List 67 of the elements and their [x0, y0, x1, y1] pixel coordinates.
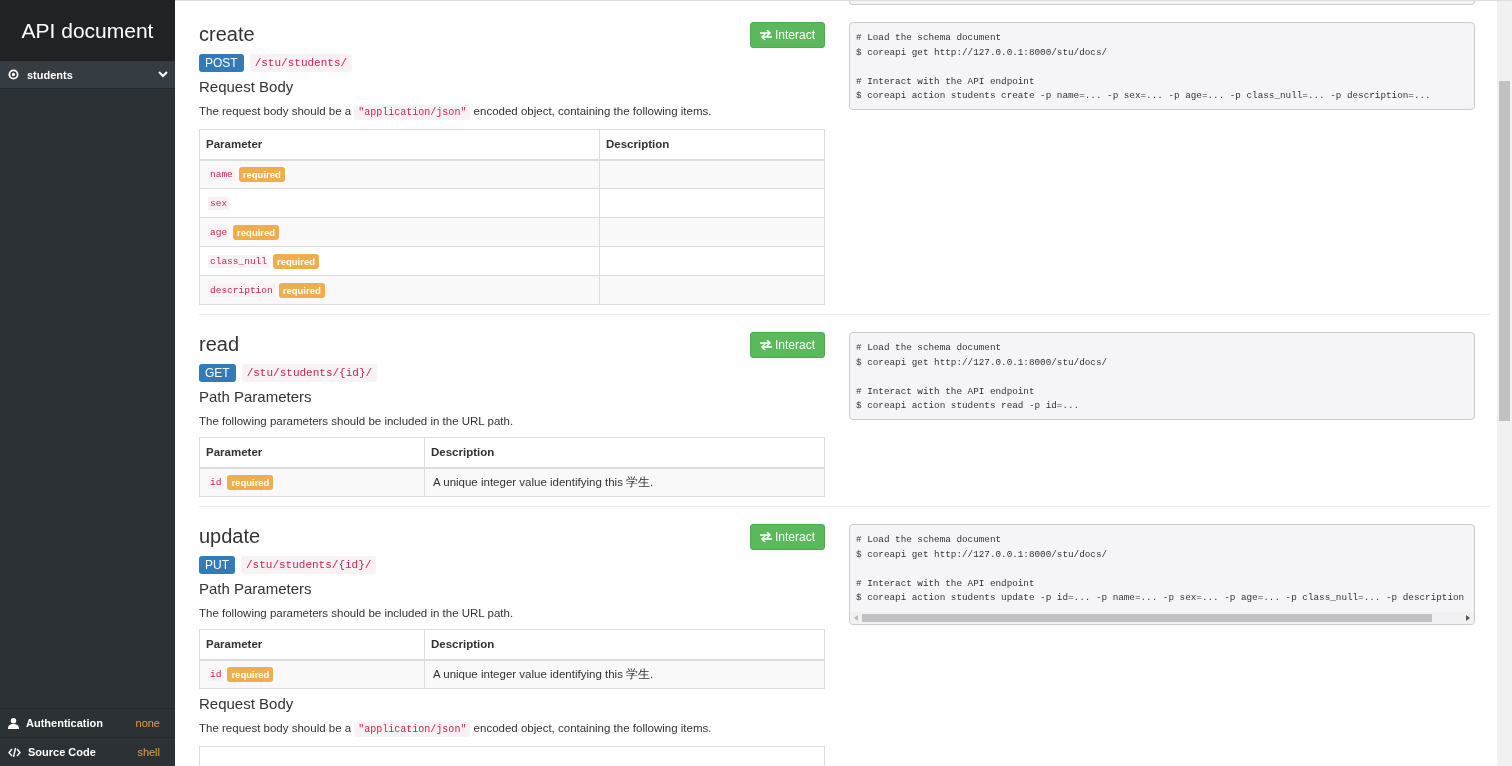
sidebar-footer-label: Source Code: [28, 746, 97, 758]
parameter-name: name: [208, 167, 235, 181]
code-comment: # Load the schema document: [856, 31, 1002, 45]
code-command: $ coreapi action students update -p id=... -p name=... -p sex=... -p age=... -p class_null=... -p description: [856, 591, 1465, 606]
swap-arrows-icon: [759, 30, 772, 40]
sidebar-footer-value[interactable]: shell: [137, 746, 160, 758]
endpoint-title: read: [199, 332, 240, 356]
section-heading: Request Body: [199, 77, 295, 97]
sidebar-footer-value[interactable]: none: [135, 717, 160, 729]
section-heading: Path Parameters: [199, 579, 313, 599]
endpoint-title: create: [199, 22, 255, 46]
section-heading: Path Parameters: [199, 387, 313, 407]
required-badge: required: [227, 666, 274, 682]
parameter-name: class_null: [208, 254, 269, 268]
code-comment: # Interact with the API endpoint: [856, 74, 1035, 89]
parameter-name: description: [208, 283, 275, 297]
http-method-label: PUT: [199, 556, 235, 574]
parameter-description: A unique integer value identifying this 学生.: [433, 475, 654, 488]
column-header: Parameter: [199, 437, 425, 468]
section-heading: Request Body: [199, 694, 295, 714]
sidebar-footer-label: Authentication: [26, 717, 104, 729]
http-method-label: GET: [199, 364, 236, 382]
scroll-right-icon[interactable]: [1466, 614, 1470, 621]
vertical-scrollbar[interactable]: [1497, 1, 1512, 766]
code-comment: # Load the schema document: [856, 341, 1002, 355]
code-comment: # Interact with the API endpoint: [856, 384, 1035, 399]
endpoint-path: /stu/students/{id}/: [241, 364, 378, 382]
sidebar-title: API document: [21, 18, 154, 43]
section-description: The request body should be a "application/json" encoded object, containing the following items.: [199, 721, 713, 738]
http-method-label: POST: [199, 54, 244, 72]
column-header: Parameter: [199, 129, 600, 160]
section-description: The request body should be a "application/json" encoded object, containing the following items.: [199, 104, 713, 121]
required-badge: required: [273, 253, 320, 269]
endpoint-title: update: [199, 524, 261, 548]
endpoint-path: /stu/students/{id}/: [241, 556, 377, 574]
endpoint-path: /stu/students/: [249, 54, 353, 72]
code-comment: # Interact with the API endpoint: [856, 576, 1035, 591]
section-description: The following parameters should be included in the URL path.: [199, 606, 515, 621]
code-command: $ coreapi action students read -p id=...: [856, 399, 1080, 414]
parameter-name: id: [208, 475, 224, 489]
column-header: Parameter: [199, 629, 425, 660]
parameter-name: sex: [208, 196, 230, 210]
required-badge: required: [233, 224, 280, 240]
code-command: $ coreapi action students create -p name=... -p sex=... -p age=... -p class_null=... -p description=...: [856, 89, 1431, 104]
section-description: The following parameters should be included in the URL path.: [199, 414, 515, 429]
required-badge: required: [238, 166, 285, 182]
column-header: Description: [599, 129, 825, 160]
required-badge: required: [227, 474, 274, 490]
column-header: Description: [424, 629, 825, 660]
target-icon: [8, 69, 19, 80]
swap-arrows-icon: [759, 340, 772, 350]
horizontal-scrollbar[interactable]: [850, 611, 1474, 624]
chevron-down-icon: [158, 71, 168, 78]
parameter-description: A unique integer value identifying this 学生.: [433, 667, 654, 680]
scroll-left-icon[interactable]: [854, 614, 858, 621]
code-icon: [8, 746, 21, 758]
parameter-name: id: [208, 667, 224, 681]
column-header: Description: [424, 437, 825, 468]
code-command: $ coreapi get http://127.0.0.1:8000/stu/docs/: [856, 547, 1108, 562]
swap-arrows-icon: [759, 532, 772, 542]
code-command: $ coreapi get http://127.0.0.1:8000/stu/docs/: [856, 355, 1108, 370]
code-comment: # Load the schema document: [856, 533, 1002, 547]
code-command: $ coreapi get http://127.0.0.1:8000/stu/docs/: [856, 45, 1108, 60]
user-icon: [8, 717, 19, 729]
parameter-name: age: [208, 225, 230, 239]
required-badge: required: [278, 282, 325, 298]
sidebar-item[interactable]: students: [0, 61, 175, 89]
